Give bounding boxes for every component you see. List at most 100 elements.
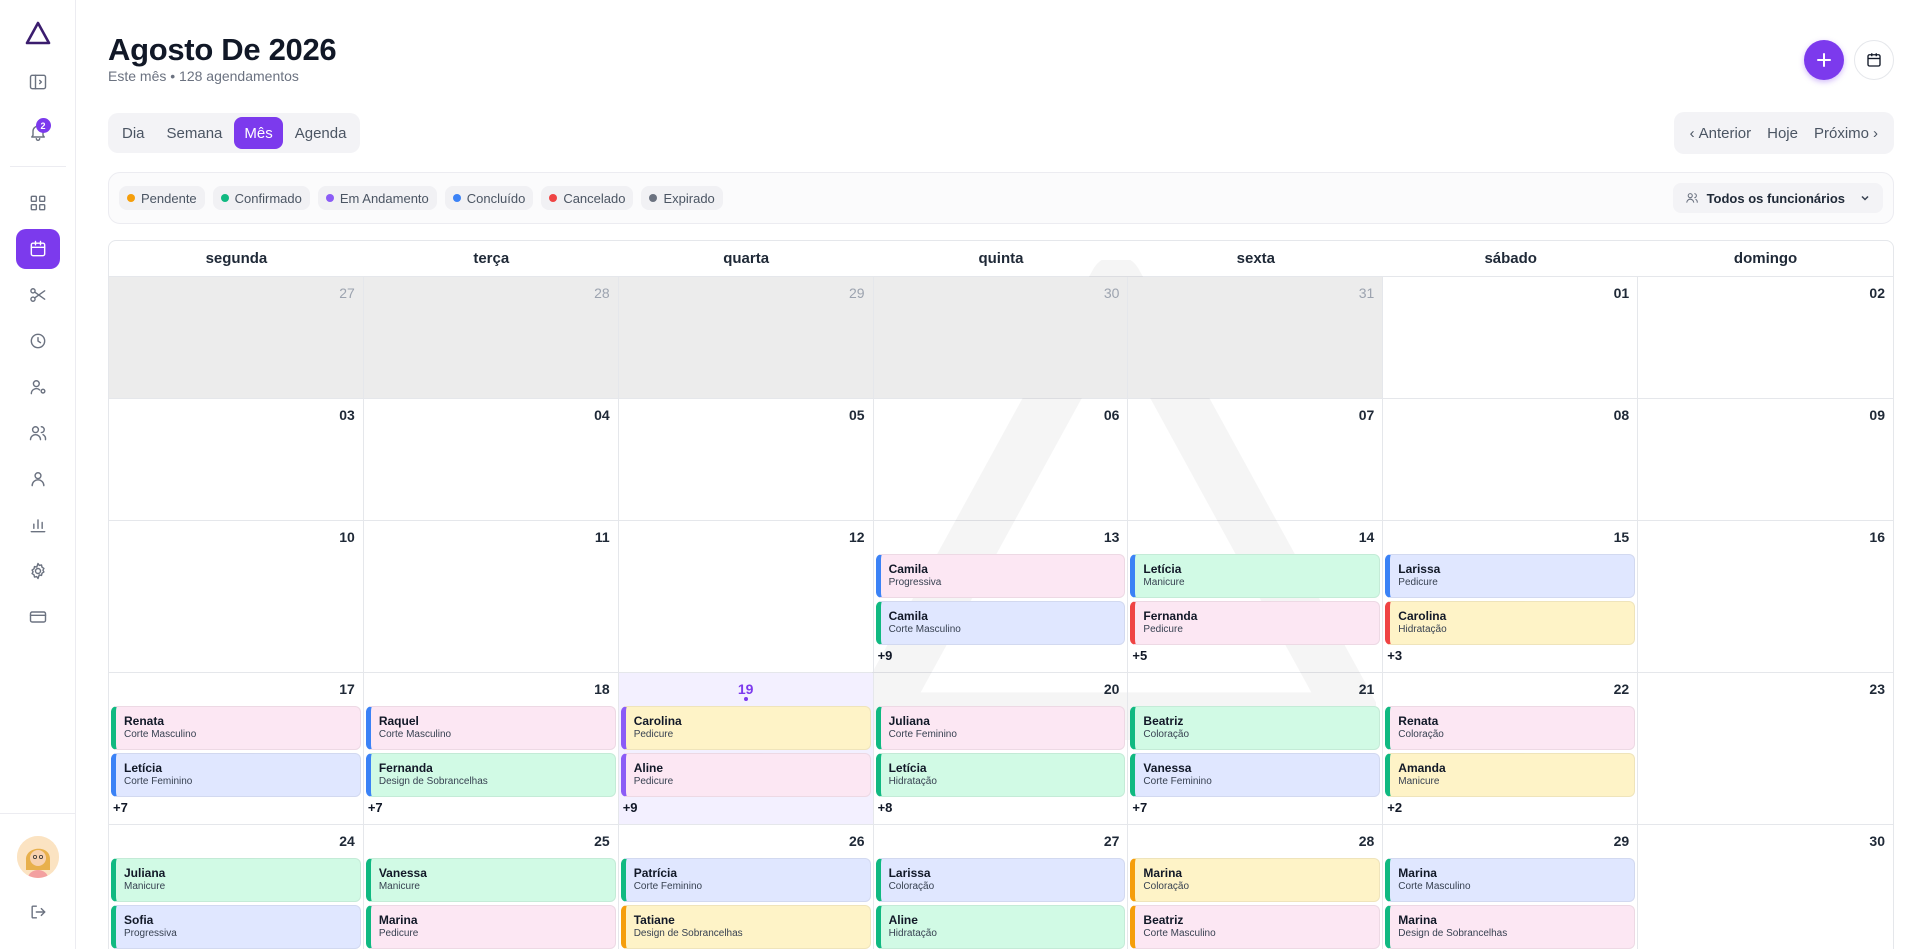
calendar-day[interactable]: 25 Vanessa Manicure Marina Pedicure bbox=[364, 825, 619, 949]
appointment-card[interactable]: Patrícia Corte Feminino bbox=[620, 858, 871, 902]
appointment-card[interactable]: Vanessa Corte Feminino bbox=[1130, 753, 1381, 797]
calendar-day[interactable]: 23 bbox=[1638, 673, 1893, 824]
add-appointment-button[interactable] bbox=[1804, 40, 1844, 80]
appointment-card[interactable]: Aline Pedicure bbox=[620, 753, 871, 797]
appointment-card[interactable]: Beatriz Corte Masculino bbox=[1130, 905, 1381, 949]
calendar-day[interactable]: 06 bbox=[874, 399, 1129, 520]
tab-week[interactable]: Semana bbox=[157, 117, 233, 149]
appointment-card[interactable]: Letícia Manicure bbox=[1130, 554, 1381, 598]
appointment-card[interactable]: Vanessa Manicure bbox=[365, 858, 616, 902]
chart-icon[interactable] bbox=[16, 505, 60, 545]
calendar-day[interactable]: 27 bbox=[109, 277, 364, 398]
calendar-day[interactable]: 30 bbox=[873, 277, 1129, 398]
calendar-icon[interactable] bbox=[15, 229, 60, 269]
calendar-day[interactable]: 16 bbox=[1638, 521, 1893, 672]
gear-icon[interactable] bbox=[16, 551, 60, 591]
calendar-day[interactable]: 04 bbox=[364, 399, 619, 520]
appointment-card[interactable]: Renata Coloração bbox=[1385, 706, 1636, 750]
appointment-card[interactable]: Raquel Corte Masculino bbox=[365, 706, 616, 750]
appointment-card[interactable]: Marina Design de Sobrancelhas bbox=[1385, 905, 1636, 949]
bell-icon[interactable]: 2 bbox=[16, 112, 60, 152]
calendar-day[interactable]: 24 Juliana Manicure Sofia Progressiva bbox=[109, 825, 364, 949]
calendar-day[interactable]: 01 bbox=[1383, 277, 1639, 398]
appointment-card[interactable]: Juliana Manicure bbox=[111, 858, 361, 902]
calendar-day[interactable]: 29 Marina Corte Masculino Marina Design de S… bbox=[1383, 825, 1639, 949]
calendar-day[interactable]: 03 bbox=[109, 399, 364, 520]
appointment-card[interactable]: Tatiane Design de Sobrancelhas bbox=[620, 905, 871, 949]
calendar-day[interactable]: 14 Letícia Manicure Fernanda Pedicure +5 bbox=[1128, 521, 1384, 672]
appointment-card[interactable]: Carolina Hidratação bbox=[1385, 601, 1636, 645]
calendar-day[interactable]: 21 Beatriz Coloração Vanessa Corte Feminino +… bbox=[1128, 673, 1384, 824]
calendar-day[interactable]: 12 bbox=[619, 521, 874, 672]
next-button[interactable]: Próximo › bbox=[1808, 125, 1884, 142]
calendar-day[interactable]: 08 bbox=[1383, 399, 1639, 520]
more-appointments-link[interactable]: +5 bbox=[1130, 648, 1380, 664]
more-appointments-link[interactable]: +8 bbox=[876, 800, 1126, 816]
calendar-day[interactable]: 07 bbox=[1128, 399, 1384, 520]
appointment-card[interactable]: Juliana Corte Feminino bbox=[875, 706, 1126, 750]
calendar-day[interactable]: 31 bbox=[1128, 277, 1384, 398]
today-button[interactable]: Hoje bbox=[1761, 125, 1804, 142]
calendar-day[interactable]: 15 Larissa Pedicure Carolina Hidratação +3 bbox=[1383, 521, 1639, 672]
calendar-day[interactable]: 28 bbox=[363, 277, 619, 398]
appointment-card[interactable]: Larissa Coloração bbox=[875, 858, 1126, 902]
user-settings-icon[interactable] bbox=[16, 367, 60, 407]
calendar-day[interactable]: 17 Renata Corte Masculino Letícia Corte Femi… bbox=[109, 673, 364, 824]
appointment-card[interactable]: Marina Pedicure bbox=[365, 905, 616, 949]
tab-agenda[interactable]: Agenda bbox=[285, 117, 357, 149]
appointment-card[interactable]: Amanda Manicure bbox=[1385, 753, 1636, 797]
logout-icon[interactable] bbox=[16, 892, 60, 932]
more-appointments-link[interactable]: +7 bbox=[1130, 800, 1380, 816]
avatar[interactable] bbox=[17, 836, 59, 878]
appointment-card[interactable]: Marina Coloração bbox=[1130, 858, 1381, 902]
calendar-day[interactable]: 22 Renata Coloração Amanda Manicure +2 bbox=[1383, 673, 1639, 824]
calendar-day[interactable]: 26 Patrícia Corte Feminino Tatiane Design de… bbox=[619, 825, 874, 949]
calendar-day[interactable]: 10 bbox=[109, 521, 364, 672]
calendar-day[interactable]: 09 bbox=[1638, 399, 1893, 520]
calendar-day[interactable]: 28 Marina Coloração Beatriz Corte Masculino bbox=[1128, 825, 1384, 949]
appointment-card[interactable]: Fernanda Design de Sobrancelhas bbox=[365, 753, 616, 797]
calendar-day[interactable]: 02 bbox=[1638, 277, 1893, 398]
clock-icon[interactable] bbox=[16, 321, 60, 361]
calendar-day[interactable]: 05 bbox=[619, 399, 874, 520]
appointment-card[interactable]: Aline Hidratação bbox=[875, 905, 1126, 949]
calendar-day[interactable]: 11 bbox=[364, 521, 619, 672]
previous-button[interactable]: ‹ Anterior bbox=[1684, 125, 1758, 142]
calendar-day[interactable]: 27 Larissa Coloração Aline Hidratação bbox=[874, 825, 1129, 949]
appointment-card[interactable]: Letícia Hidratação bbox=[875, 753, 1126, 797]
logo-icon[interactable] bbox=[21, 16, 55, 50]
appointment-card[interactable]: Marina Corte Masculino bbox=[1385, 858, 1636, 902]
tab-day[interactable]: Dia bbox=[112, 117, 155, 149]
calendar-day-today[interactable]: 19 Carolina Pedicure Aline Pedicure +9 bbox=[618, 673, 874, 824]
appointment-card[interactable]: Camila Corte Masculino bbox=[875, 601, 1126, 645]
date-picker-button[interactable] bbox=[1854, 40, 1894, 80]
appointment-card[interactable]: Letícia Corte Feminino bbox=[111, 753, 361, 797]
appointment-card[interactable]: Beatriz Coloração bbox=[1130, 706, 1381, 750]
appointment-card[interactable]: Renata Corte Masculino bbox=[111, 706, 361, 750]
dashboard-icon[interactable] bbox=[16, 183, 60, 223]
more-appointments-link[interactable]: +7 bbox=[111, 800, 361, 816]
calendar-day[interactable]: 18 Raquel Corte Masculino Fernanda Design de… bbox=[364, 673, 619, 824]
appointment-card[interactable]: Sofia Progressiva bbox=[111, 905, 361, 949]
user-icon[interactable] bbox=[16, 459, 60, 499]
calendar-day[interactable]: 13 Camila Progressiva Camila Corte Masculino… bbox=[874, 521, 1129, 672]
more-appointments-link[interactable]: +9 bbox=[621, 800, 871, 816]
calendar-day[interactable]: 30 bbox=[1638, 825, 1893, 949]
calendar-day[interactable]: 20 Juliana Corte Feminino Letícia Hidratação… bbox=[874, 673, 1129, 824]
appointment-card[interactable]: Larissa Pedicure bbox=[1385, 554, 1636, 598]
users-icon[interactable] bbox=[16, 413, 60, 453]
appointment-card[interactable]: Fernanda Pedicure bbox=[1130, 601, 1381, 645]
more-appointments-link[interactable]: +7 bbox=[366, 800, 616, 816]
card-icon[interactable] bbox=[16, 597, 60, 637]
appointment-card[interactable]: Carolina Pedicure bbox=[620, 706, 871, 750]
sidebar-toggle-icon[interactable] bbox=[16, 62, 60, 102]
staff-filter-select[interactable]: Todos os funcionários bbox=[1672, 183, 1883, 213]
appointment-service: Progressiva bbox=[124, 928, 177, 939]
more-appointments-link[interactable]: +3 bbox=[1385, 648, 1635, 664]
calendar-day[interactable]: 29 bbox=[618, 277, 874, 398]
tab-month[interactable]: Mês bbox=[234, 117, 283, 149]
more-appointments-link[interactable]: +2 bbox=[1385, 800, 1635, 816]
appointment-card[interactable]: Camila Progressiva bbox=[875, 554, 1126, 598]
scissors-icon[interactable] bbox=[16, 275, 60, 315]
more-appointments-link[interactable]: +9 bbox=[876, 648, 1126, 664]
